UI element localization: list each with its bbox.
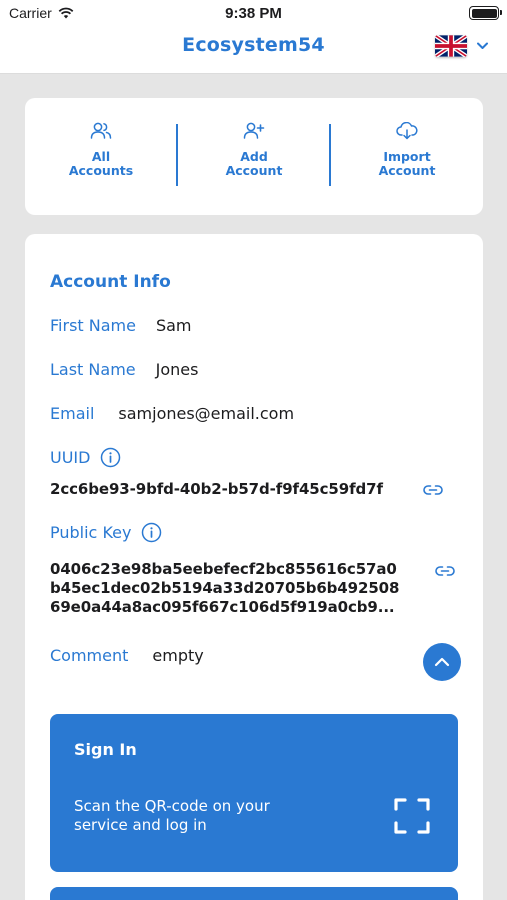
import-account-button[interactable]: Import Account <box>331 122 483 192</box>
app-title: Ecosystem54 <box>182 34 325 56</box>
qr-scan-icon <box>394 798 430 834</box>
add-account-button[interactable]: Add Account <box>178 122 330 192</box>
comment-row: Comment empty <box>50 646 204 665</box>
uuid-value: 2cc6be93-9bfd-40b2-b57d-f9f45c59fd7f <box>50 480 383 498</box>
comment-value: empty <box>152 646 204 665</box>
first-name-value: Sam <box>155 316 192 335</box>
last-name-row: Last Name Jones <box>50 360 198 379</box>
public-key-row: Public Key <box>50 522 162 543</box>
email-label: Email <box>50 404 95 423</box>
users-icon <box>90 122 112 139</box>
account-actions-card: All Accounts Add Account Import Account <box>25 98 483 215</box>
uuid-label: UUID <box>50 448 91 467</box>
comment-label: Comment <box>50 646 129 665</box>
info-icon[interactable] <box>141 522 162 543</box>
cloud-download-icon <box>396 122 418 140</box>
account-info-card: Account Info First Name Sam Last Name Jo… <box>25 234 483 900</box>
secondary-action-card[interactable] <box>50 887 458 900</box>
sign-in-title: Sign In <box>74 740 137 759</box>
copy-link-icon[interactable] <box>422 483 444 497</box>
chevron-down-icon <box>477 42 488 49</box>
all-accounts-label: All Accounts <box>68 149 134 178</box>
section-title: Account Info <box>50 272 171 292</box>
info-icon[interactable] <box>100 447 121 468</box>
email-value: samjones@email.com <box>118 404 295 423</box>
uk-flag-icon <box>435 35 467 57</box>
clock: 9:38 PM <box>225 5 282 22</box>
import-account-label: Import Account <box>378 149 436 178</box>
public-key-label: Public Key <box>50 523 132 542</box>
chevron-up-icon <box>434 657 450 667</box>
first-name-label: First Name <box>50 316 136 335</box>
first-name-row: First Name Sam <box>50 316 192 335</box>
email-row: Email samjones@email.com <box>50 404 294 423</box>
nav-bar: Ecosystem54 <box>0 28 507 74</box>
last-name-label: Last Name <box>50 360 136 379</box>
copy-link-icon[interactable] <box>434 564 456 578</box>
status-bar: Carrier 9:38 PM <box>0 0 507 28</box>
user-plus-icon <box>243 122 265 139</box>
last-name-value: Jones <box>155 360 199 379</box>
sign-in-description: Scan the QR-code on your service and log… <box>74 797 270 834</box>
collapse-button[interactable] <box>423 643 461 681</box>
language-selector[interactable] <box>435 35 488 57</box>
battery-icon <box>469 6 502 20</box>
sign-in-card[interactable]: Sign In Scan the QR-code on your service… <box>50 714 458 872</box>
public-key-value: 0406c23e98ba5eebefecf2bc855616c57a0 b45e… <box>50 560 400 616</box>
uuid-row: UUID <box>50 447 121 468</box>
all-accounts-button[interactable]: All Accounts <box>25 122 177 192</box>
add-account-label: Add Account <box>225 149 283 178</box>
